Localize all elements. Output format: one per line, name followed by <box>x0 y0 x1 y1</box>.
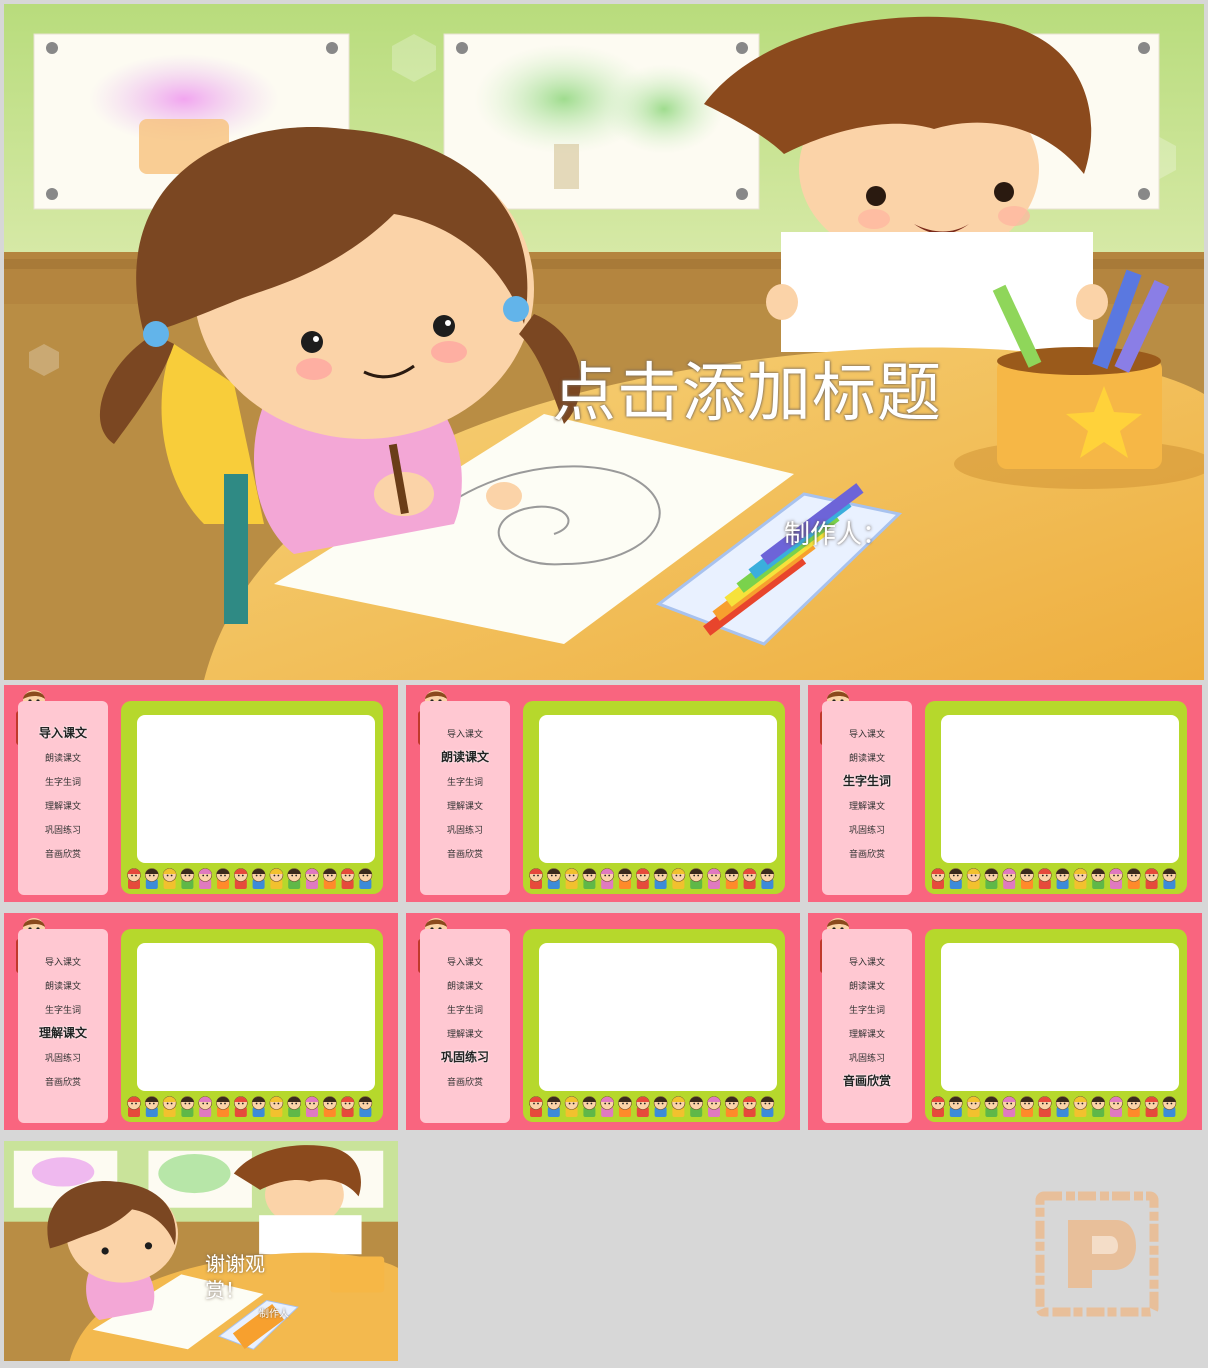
side-menu: 导入课文朗读课文生字生词理解课文巩固练习音画欣赏 <box>420 929 510 1123</box>
content-frame <box>121 929 383 1122</box>
menu-item-2[interactable]: 朗读课文 <box>18 753 108 765</box>
menu-item-1[interactable]: 导入课文 <box>822 957 912 969</box>
content-frame <box>523 929 785 1122</box>
content-area <box>941 943 1179 1091</box>
menu-item-6[interactable]: 音画欣赏 <box>18 849 108 861</box>
children-border-decoration <box>529 868 775 889</box>
menu-item-2[interactable]: 朗读课文 <box>822 753 912 765</box>
classroom-illustration <box>4 4 1204 680</box>
menu-item-3[interactable]: 生字生词 <box>18 777 108 789</box>
menu-slide-thumbnail[interactable]: 导入课文朗读课文生字生词理解课文巩固练习音画欣赏 <box>4 913 398 1130</box>
menu-slide-thumbnail[interactable]: 导入课文朗读课文生字生词理解课文巩固练习音画欣赏 <box>4 685 398 902</box>
menu-item-3[interactable]: 生字生词 <box>420 777 510 789</box>
content-area <box>539 715 777 863</box>
side-menu: 导入课文朗读课文生字生词理解课文巩固练习音画欣赏 <box>18 929 108 1123</box>
children-border-decoration <box>931 868 1177 889</box>
children-border-decoration <box>529 1096 775 1117</box>
classroom-illustration-small <box>4 1141 398 1361</box>
menu-item-5[interactable]: 巩固练习 <box>18 825 108 837</box>
content-frame <box>121 701 383 894</box>
content-area <box>941 715 1179 863</box>
menu-slide-thumbnail[interactable]: 导入课文朗读课文生字生词理解课文巩固练习音画欣赏 <box>406 685 800 902</box>
side-menu: 导入课文朗读课文生字生词理解课文巩固练习音画欣赏 <box>18 701 108 895</box>
thanks-title: 谢谢观赏！ <box>205 1252 265 1302</box>
menu-item-3[interactable]: 生字生词 <box>822 775 912 787</box>
content-frame <box>925 929 1187 1122</box>
menu-item-1[interactable]: 导入课文 <box>420 729 510 741</box>
side-menu: 导入课文朗读课文生字生词理解课文巩固练习音画欣赏 <box>822 929 912 1123</box>
menu-item-6[interactable]: 音画欣赏 <box>18 1077 108 1089</box>
menu-slide-thumbnail[interactable]: 导入课文朗读课文生字生词理解课文巩固练习音画欣赏 <box>808 913 1202 1130</box>
menu-item-4[interactable]: 理解课文 <box>18 1027 108 1039</box>
menu-item-4[interactable]: 理解课文 <box>822 801 912 813</box>
content-area <box>539 943 777 1091</box>
menu-item-3[interactable]: 生字生词 <box>822 1005 912 1017</box>
side-menu: 导入课文朗读课文生字生词理解课文巩固练习音画欣赏 <box>822 701 912 895</box>
children-border-decoration <box>127 1096 373 1117</box>
content-frame <box>925 701 1187 894</box>
side-menu: 导入课文朗读课文生字生词理解课文巩固练习音画欣赏 <box>420 701 510 895</box>
menu-item-5[interactable]: 巩固练习 <box>822 825 912 837</box>
menu-item-4[interactable]: 理解课文 <box>420 801 510 813</box>
menu-item-1[interactable]: 导入课文 <box>18 957 108 969</box>
menu-slide-thumbnail[interactable]: 导入课文朗读课文生字生词理解课文巩固练习音画欣赏 <box>808 685 1202 902</box>
title-slide-thumbnail[interactable]: 点击添加标题 制作人： <box>4 4 1204 680</box>
children-border-decoration <box>931 1096 1177 1117</box>
content-area <box>137 943 375 1091</box>
menu-item-2[interactable]: 朗读课文 <box>420 751 510 763</box>
menu-item-2[interactable]: 朗读课文 <box>18 981 108 993</box>
menu-item-4[interactable]: 理解课文 <box>420 1029 510 1041</box>
menu-item-6[interactable]: 音画欣赏 <box>420 849 510 861</box>
menu-slide-thumbnail[interactable]: 导入课文朗读课文生字生词理解课文巩固练习音画欣赏 <box>406 913 800 1130</box>
menu-item-3[interactable]: 生字生词 <box>18 1005 108 1017</box>
menu-item-5[interactable]: 巩固练习 <box>822 1053 912 1065</box>
menu-item-5[interactable]: 巩固练习 <box>420 825 510 837</box>
content-area <box>137 715 375 863</box>
menu-item-2[interactable]: 朗读课文 <box>822 981 912 993</box>
menu-item-5[interactable]: 巩固练习 <box>18 1053 108 1065</box>
menu-item-1[interactable]: 导入课文 <box>18 727 108 739</box>
logo-stamp-icon <box>1035 1191 1159 1317</box>
thanks-slide-thumbnail[interactable]: 谢谢观赏！ 制作人 <box>4 1141 398 1361</box>
menu-item-6[interactable]: 音画欣赏 <box>822 1075 912 1087</box>
menu-item-3[interactable]: 生字生词 <box>420 1005 510 1017</box>
content-frame <box>523 701 785 894</box>
menu-item-6[interactable]: 音画欣赏 <box>420 1077 510 1089</box>
menu-item-2[interactable]: 朗读课文 <box>420 981 510 993</box>
menu-item-5[interactable]: 巩固练习 <box>420 1051 510 1063</box>
children-border-decoration <box>127 868 373 889</box>
menu-item-6[interactable]: 音画欣赏 <box>822 849 912 861</box>
menu-item-4[interactable]: 理解课文 <box>822 1029 912 1041</box>
author-label: 制作人： <box>784 520 889 550</box>
menu-item-4[interactable]: 理解课文 <box>18 801 108 813</box>
menu-item-1[interactable]: 导入课文 <box>420 957 510 969</box>
slide-title: 点击添加标题 <box>552 357 942 431</box>
menu-item-1[interactable]: 导入课文 <box>822 729 912 741</box>
end-author-label: 制作人 <box>259 1309 289 1320</box>
